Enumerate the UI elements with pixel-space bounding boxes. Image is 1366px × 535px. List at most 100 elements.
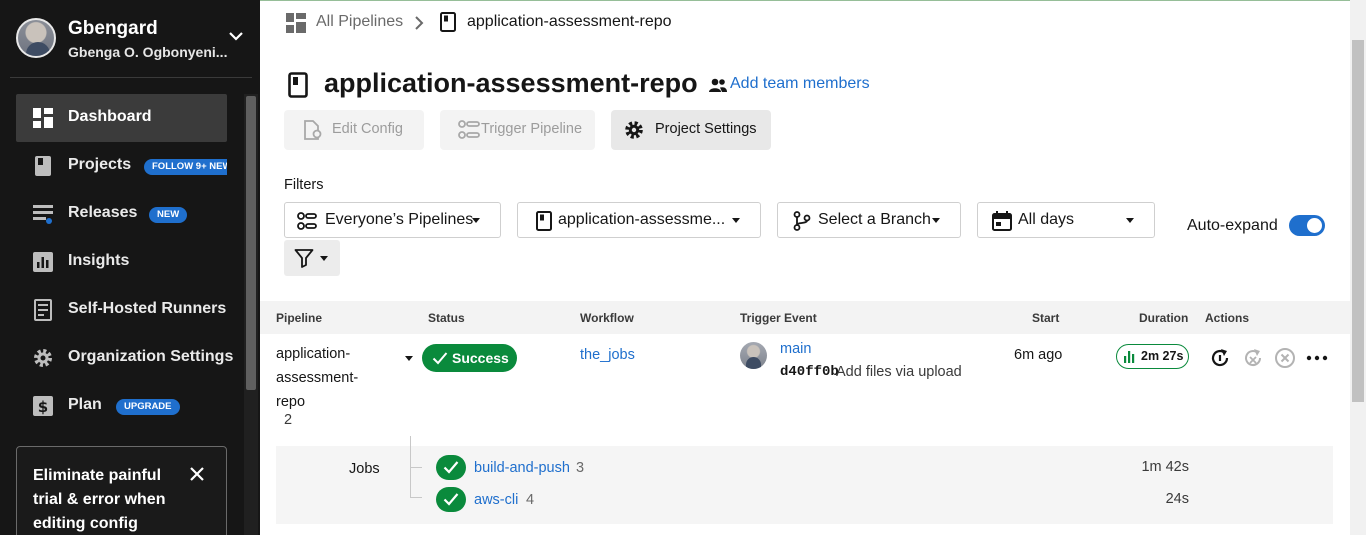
- pipeline-filter-icon: [297, 212, 317, 230]
- caret-down-icon: [472, 218, 480, 223]
- sidebar-scrollbar-thumb[interactable]: [246, 96, 256, 390]
- pipelines-filter-select[interactable]: Everyone’s Pipelines: [284, 202, 501, 238]
- start-time: 6m ago: [1014, 347, 1063, 363]
- column-header-workflow: Workflow: [580, 311, 634, 325]
- project-icon: [440, 12, 456, 32]
- column-header-status: Status: [428, 311, 465, 325]
- job-link[interactable]: build-and-push: [474, 460, 570, 476]
- days-filter-select[interactable]: All days: [977, 202, 1155, 238]
- cancel-icon[interactable]: [1273, 346, 1297, 370]
- job-number: 3: [576, 460, 585, 476]
- branch-link[interactable]: main: [780, 341, 811, 357]
- duration-value: 2m 27s: [1141, 349, 1184, 363]
- job-duration: 24s: [1165, 491, 1189, 507]
- bar-chart-icon: [1124, 351, 1135, 363]
- main-content: All Pipelines application-assessment-rep…: [260, 0, 1366, 535]
- user-switcher[interactable]: Gbengard Gbenga O. Ogbonyeni...: [16, 16, 252, 62]
- filter-funnel-icon: [294, 249, 314, 268]
- column-header-trigger-event: Trigger Event: [740, 311, 817, 325]
- chevron-down-icon[interactable]: [226, 26, 246, 46]
- status-badge[interactable]: Success: [422, 344, 517, 372]
- table-header: Pipeline Status Workflow Trigger Event S…: [260, 301, 1350, 334]
- expand-row-caret-icon[interactable]: [405, 356, 413, 361]
- column-header-start: Start: [1032, 311, 1060, 325]
- check-icon: [443, 461, 459, 474]
- projects-icon: [35, 156, 51, 176]
- job-number: 4: [526, 492, 535, 508]
- column-header-actions: Actions: [1205, 311, 1250, 325]
- project-icon: [536, 211, 552, 231]
- runners-icon: [34, 299, 52, 321]
- team-icon: [709, 78, 727, 92]
- check-icon: [443, 493, 459, 506]
- pipeline-name[interactable]: application-assessment-repo: [276, 342, 376, 414]
- project-filter-select[interactable]: application-assessme...: [517, 202, 761, 238]
- pipeline-number: 2: [284, 412, 293, 428]
- job-duration: 1m 42s: [1141, 459, 1189, 475]
- job-tree-branch: [410, 497, 422, 498]
- insights-icon: [33, 252, 53, 272]
- user-name: Gbengard: [68, 18, 158, 39]
- more-options-icon[interactable]: [1305, 346, 1329, 370]
- sidebar-item-label: Plan: [68, 396, 102, 413]
- caret-down-icon: [320, 256, 328, 261]
- commit-message: Add files via upload: [836, 364, 962, 380]
- promo-text: Eliminate painful trial & error when edi…: [33, 467, 166, 532]
- sidebar-item-insights[interactable]: Insights: [16, 238, 227, 286]
- auto-expand-toggle[interactable]: [1289, 215, 1325, 236]
- caret-down-icon: [1126, 218, 1134, 223]
- sidebar-item-label: Self-Hosted Runners: [68, 300, 227, 317]
- job-tree-branch: [410, 467, 422, 468]
- sidebar-divider: [10, 77, 252, 78]
- filters-label: Filters: [284, 177, 324, 193]
- project-settings-button[interactable]: Project Settings: [611, 110, 771, 150]
- pipelines-filter-value: Everyone’s Pipelines: [325, 211, 474, 228]
- sidebar: Gbengard Gbenga O. Ogbonyeni... Dashboar…: [0, 0, 260, 535]
- more-filters-button[interactable]: [284, 240, 340, 276]
- trigger-pipeline-button[interactable]: Trigger Pipeline: [440, 110, 595, 150]
- calendar-icon: [992, 211, 1012, 231]
- add-team-members-link[interactable]: Add team members: [730, 75, 870, 93]
- rerun-failed-icon[interactable]: [1241, 346, 1265, 370]
- branch-filter-select[interactable]: Select a Branch: [777, 202, 961, 238]
- trigger-user-avatar: [740, 342, 767, 369]
- job-link[interactable]: aws-cli: [474, 492, 518, 508]
- project-icon: [288, 72, 308, 98]
- commit-sha-link[interactable]: d40ff0b: [780, 364, 839, 380]
- dashboard-icon: [33, 108, 53, 128]
- days-filter-value: All days: [1018, 211, 1075, 228]
- column-header-pipeline: Pipeline: [276, 311, 323, 325]
- sidebar-item-dashboard[interactable]: Dashboard: [16, 94, 227, 142]
- gear-icon: [34, 349, 52, 367]
- project-filter-value: application-assessme...: [558, 211, 726, 228]
- sidebar-item-projects[interactable]: Projects FOLLOW 9+ NEW: [16, 142, 227, 190]
- sidebar-item-self-hosted-runners[interactable]: Self-Hosted Runners: [16, 286, 227, 334]
- pipelines-icon: [286, 13, 306, 33]
- branch-filter-value: Select a Branch: [818, 211, 931, 228]
- page-title: application-assessment-repo: [324, 68, 698, 98]
- caret-down-icon: [932, 218, 940, 223]
- upgrade-badge[interactable]: UPGRADE: [116, 399, 180, 415]
- user-full-name: Gbenga O. Ogbonyeni...: [68, 44, 228, 60]
- check-icon: [432, 352, 448, 365]
- column-header-duration: Duration: [1139, 311, 1189, 325]
- sidebar-item-releases[interactable]: Releases NEW: [16, 190, 227, 238]
- close-icon[interactable]: [188, 465, 206, 483]
- branch-icon: [793, 211, 811, 231]
- breadcrumb-all-pipelines[interactable]: All Pipelines: [316, 13, 403, 31]
- sidebar-item-plan[interactable]: $ Plan UPGRADE: [16, 382, 227, 430]
- page-scrollbar-thumb[interactable]: [1352, 40, 1364, 402]
- sidebar-item-organization-settings[interactable]: Organization Settings: [16, 334, 233, 382]
- workflow-link[interactable]: the_jobs: [580, 347, 635, 363]
- new-badge: NEW: [149, 207, 188, 223]
- dollar-icon: $: [33, 396, 53, 416]
- status-label: Success: [452, 350, 509, 366]
- releases-icon: [33, 205, 53, 224]
- edit-config-button[interactable]: Edit Config: [284, 110, 424, 150]
- sidebar-item-label: Releases: [68, 204, 138, 221]
- edit-config-label: Edit Config: [332, 121, 403, 137]
- rerun-icon[interactable]: [1208, 346, 1232, 370]
- duration-badge[interactable]: 2m 27s: [1116, 344, 1189, 369]
- gear-icon: [625, 121, 643, 139]
- job-success-icon: [436, 487, 466, 512]
